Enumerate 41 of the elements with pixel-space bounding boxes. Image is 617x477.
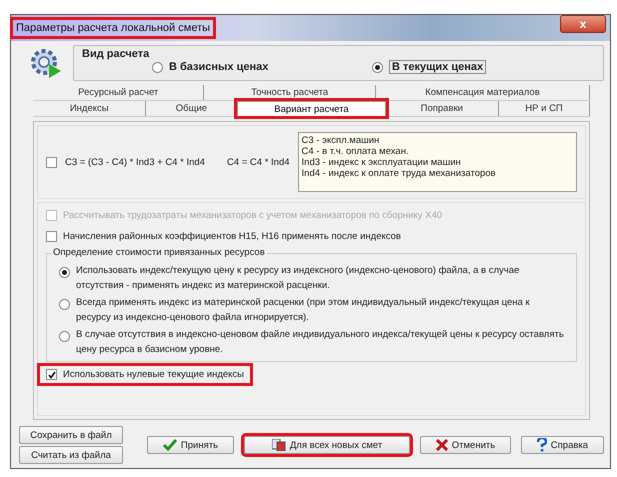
file-button[interactable]: Сохранить в файл bbox=[19, 426, 123, 444]
radio-icon[interactable] bbox=[59, 267, 70, 278]
checkbox[interactable] bbox=[46, 156, 57, 168]
file-button[interactable]: Считать из файла bbox=[19, 446, 123, 464]
tab[interactable]: Ресурсный расчет bbox=[33, 85, 204, 100]
help-button[interactable]: Справка bbox=[520, 436, 604, 454]
group-legend: Вид расчета bbox=[82, 48, 595, 60]
formula-label: C4 = C4 * Ind4 bbox=[226, 156, 290, 168]
tab[interactable]: Индексы bbox=[33, 101, 146, 116]
help-icon bbox=[536, 438, 547, 452]
ok-button[interactable]: Принять bbox=[147, 436, 234, 454]
checkbox-label: Использовать нулевые текущие индексы bbox=[63, 369, 244, 380]
radio-option[interactable]: В текущих ценах bbox=[372, 60, 592, 74]
note-line: C4 - в т.ч. оплата механ. bbox=[302, 146, 410, 157]
tab[interactable]: НР и СП bbox=[499, 101, 590, 116]
radio-icon[interactable] bbox=[59, 299, 70, 310]
formula-label: C3 = (C3 - C4) * Ind3 + C4 * Ind4 bbox=[65, 156, 205, 168]
radio-icon[interactable] bbox=[152, 62, 163, 72]
all-button[interactable]: Для всех новых смет bbox=[244, 436, 410, 454]
note-line: C3 - экспл.машин bbox=[302, 135, 380, 146]
checkbox[interactable] bbox=[46, 231, 57, 242]
note-line: Ind4 - индекс к оплате труда механизаторов bbox=[302, 168, 497, 179]
radio-icon[interactable] bbox=[59, 331, 70, 342]
radio-label: В случае отсутствия в индексно-ценовом файле индивидуального индекса/текущей цены к ресурсу оставлять цену ресурса в базисном уровне. bbox=[76, 328, 564, 357]
check-icon bbox=[162, 439, 177, 451]
radio-icon[interactable] bbox=[372, 62, 383, 72]
window-title: Параметры расчета локальной сметы bbox=[13, 20, 214, 36]
radio-option[interactable]: В базисных ценах bbox=[152, 60, 372, 74]
note-line: Ind3 - индекс к эксплуатации машин bbox=[302, 157, 462, 168]
checkbox-label: Рассчитывать трудозатраты механизаторов с учетом механизаторов по сборнику Х40 bbox=[63, 210, 442, 221]
documents-icon bbox=[272, 439, 286, 451]
tab[interactable]: Вариант расчета bbox=[237, 101, 386, 116]
cancel-button[interactable]: Отменить bbox=[420, 436, 511, 454]
gear-play-icon bbox=[29, 47, 63, 79]
checkbox-label: Начисления районных коэффициентов Н15, Н16 применять после индексов bbox=[63, 231, 401, 242]
radio-label: Использовать индекс/текущую цену к ресурсу из индексного (индексно-ценового) файла, а в случае отсутствия - применять индекс из материнской расценки. bbox=[76, 264, 520, 293]
tab[interactable]: Поправки bbox=[386, 101, 500, 116]
close-icon bbox=[436, 439, 448, 451]
radio-label: Всегда применять индекс из материнской расценки (при этом индивидуальный индекс/текущая цена к ресурсу из индексно-ценового файла игнорируется). bbox=[76, 296, 531, 325]
group-legend: Определение стоимости привязанных ресурсов bbox=[51, 247, 267, 258]
checkbox[interactable] bbox=[46, 369, 57, 380]
